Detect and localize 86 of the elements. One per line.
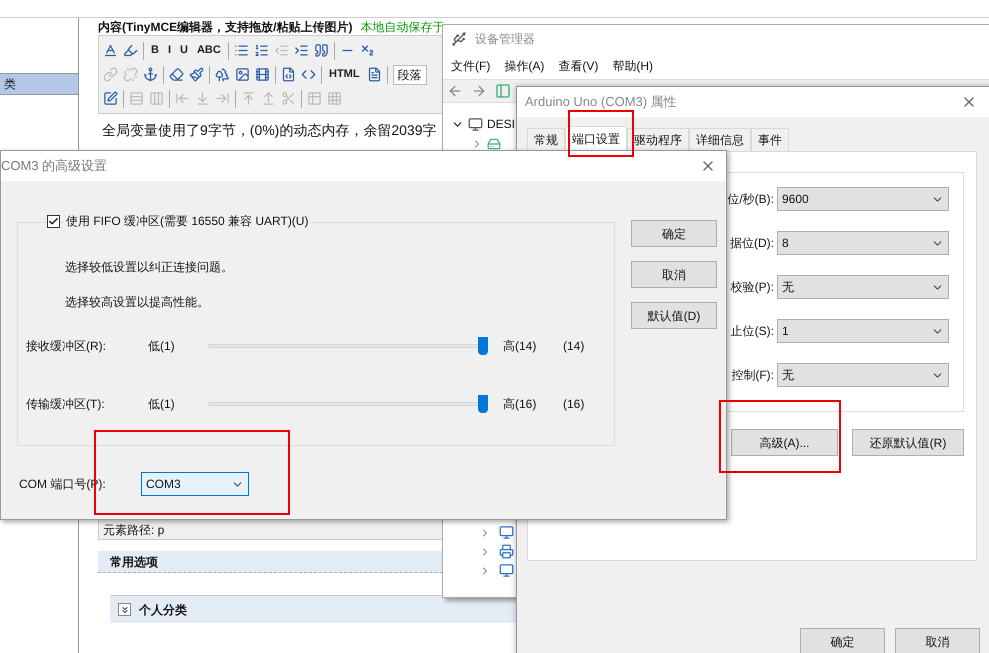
editor-content: 全局变量使用了9字节，(0%)的动态内存，余留2039字 bbox=[102, 121, 436, 140]
dialog-button[interactable]: 高级(A)... bbox=[731, 429, 838, 456]
dropdown-field[interactable]: 无 bbox=[777, 363, 949, 387]
device-icon bbox=[499, 525, 514, 540]
slider-reading: (16) bbox=[563, 396, 584, 413]
film-icon[interactable] bbox=[255, 67, 270, 82]
tab[interactable]: 常规 bbox=[527, 128, 565, 151]
edit-table-icon[interactable] bbox=[103, 91, 118, 106]
dialog-button[interactable]: 还原默认值(R) bbox=[852, 429, 964, 456]
slider-max-label: 高(14) bbox=[503, 338, 538, 355]
slider-reading: (14) bbox=[563, 338, 584, 355]
slider-min-label: 低(1) bbox=[148, 338, 176, 355]
format-button[interactable]: B bbox=[149, 42, 161, 59]
device-icon bbox=[499, 544, 514, 559]
back-arrow-icon[interactable] bbox=[447, 83, 463, 99]
dialog-button[interactable]: 默认值(D) bbox=[631, 302, 717, 329]
tab[interactable]: 端口设置 bbox=[565, 126, 627, 151]
dropdown-field[interactable]: 8 bbox=[777, 231, 949, 255]
subscript-icon[interactable] bbox=[360, 43, 375, 58]
device-icon bbox=[487, 137, 501, 151]
indent-icon[interactable] bbox=[294, 43, 309, 58]
menu-item[interactable]: 操作(A) bbox=[504, 57, 544, 75]
dropdown-field[interactable]: 1 bbox=[777, 319, 949, 343]
anchor-icon[interactable] bbox=[143, 67, 158, 82]
dialog-title: COM3 的高级设置 bbox=[1, 157, 108, 176]
slider-min-label: 低(1) bbox=[148, 396, 176, 413]
field-label: 校验(P): bbox=[730, 279, 774, 296]
section-title: 个人分类 bbox=[139, 602, 187, 618]
window-title: 设备管理器 bbox=[475, 31, 535, 48]
format-dropdown[interactable]: 段落 bbox=[392, 64, 427, 84]
document-icon[interactable] bbox=[366, 67, 382, 82]
numbered-list-icon[interactable] bbox=[254, 43, 269, 58]
dialog-title: Arduino Uno (COM3) 属性 bbox=[525, 93, 677, 112]
tree-item[interactable]: DESI bbox=[487, 115, 516, 133]
dropdown-field[interactable]: 9600 bbox=[777, 187, 949, 211]
format-button[interactable]: U bbox=[178, 42, 190, 59]
field-label: 止位(S): bbox=[730, 323, 774, 340]
eraser-icon[interactable] bbox=[169, 67, 184, 82]
menu-item[interactable]: 帮助(H) bbox=[612, 57, 653, 75]
port-dropdown[interactable]: COM3 bbox=[141, 472, 249, 496]
slider-label: 传输缓冲区(T): bbox=[25, 396, 106, 413]
dropdown-field[interactable]: 无 bbox=[777, 275, 949, 299]
slider-label: 接收缓冲区(R): bbox=[25, 338, 107, 355]
dialog-button[interactable]: 确定 bbox=[800, 628, 885, 653]
panel-icon[interactable] bbox=[495, 83, 511, 99]
expand-toggle-icon[interactable] bbox=[118, 603, 131, 616]
dialog-button[interactable]: 确定 bbox=[631, 220, 717, 247]
highlight-frame bbox=[568, 110, 634, 157]
hint-text: 选择较低设置以纠正连接问题。 bbox=[65, 259, 234, 276]
hint-text: 选择较高设置以提高性能。 bbox=[65, 294, 210, 311]
bullet-list-icon[interactable] bbox=[234, 43, 249, 58]
tab[interactable]: 事件 bbox=[751, 128, 789, 151]
autosave-status: 本地自动保存于 bbox=[360, 19, 444, 35]
field-label: 据位(D): bbox=[730, 235, 774, 252]
image-icon[interactable] bbox=[235, 67, 250, 82]
quote-icon[interactable] bbox=[314, 43, 329, 58]
tab[interactable]: 详细信息 bbox=[689, 128, 751, 151]
code-file-icon[interactable] bbox=[281, 67, 296, 82]
dialog-button[interactable]: 取消 bbox=[895, 628, 980, 653]
slider[interactable] bbox=[208, 336, 488, 356]
slider-max-label: 高(16) bbox=[503, 396, 538, 413]
slider-thumb[interactable] bbox=[478, 337, 488, 355]
forward-arrow-icon[interactable] bbox=[471, 83, 487, 99]
field-label: 控制(F): bbox=[731, 367, 774, 384]
checkbox-label: 使用 FIFO 缓冲区(需要 16550 兼容 UART)(U) bbox=[64, 212, 310, 230]
device-manager-icon bbox=[451, 31, 467, 47]
format-button[interactable]: I bbox=[166, 42, 174, 59]
format-button[interactable]: ABC bbox=[194, 42, 223, 59]
editor-label: 内容(TinyMCE编辑器，支持拖放/粘贴上传图片) bbox=[98, 19, 352, 35]
computer-icon bbox=[468, 116, 483, 132]
device-icon bbox=[499, 563, 514, 578]
menu-item[interactable]: 文件(F) bbox=[451, 57, 490, 75]
collapsible-section[interactable]: 个人分类 bbox=[110, 595, 518, 623]
format-button[interactable]: HTML bbox=[327, 66, 362, 83]
sidebar-item[interactable]: 类 bbox=[0, 73, 78, 95]
dialog-button[interactable]: 取消 bbox=[631, 261, 717, 288]
brush-icon[interactable] bbox=[189, 67, 204, 82]
code-icon[interactable] bbox=[301, 67, 316, 82]
highlighter-icon[interactable] bbox=[123, 43, 138, 58]
checkbox[interactable] bbox=[47, 214, 60, 228]
picture-icon[interactable] bbox=[215, 67, 230, 82]
menu-item[interactable]: 查看(V) bbox=[558, 57, 598, 75]
font-color-icon[interactable] bbox=[103, 43, 118, 58]
slider[interactable] bbox=[208, 394, 488, 414]
field-label: 位/秒(B): bbox=[727, 191, 774, 208]
slider-thumb[interactable] bbox=[478, 395, 488, 413]
